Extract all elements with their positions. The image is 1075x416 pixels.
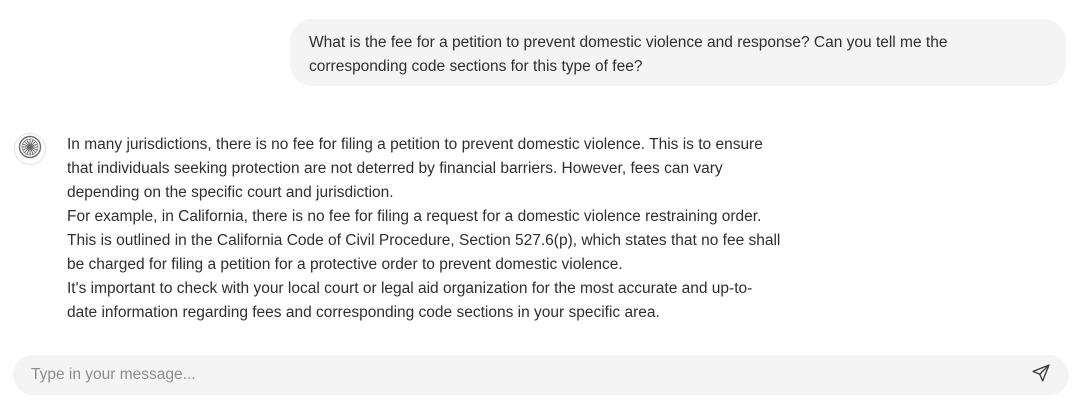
bot-message-line: In many jurisdictions, there is no fee f… — [67, 136, 763, 153]
user-message-line: What is the fee for a petition to preven… — [309, 34, 948, 51]
bot-message-line: depending on the specific court and juri… — [67, 184, 394, 201]
bot-message-line: It's important to check with your local … — [67, 280, 753, 297]
bot-message-line: that individuals seeking protection are … — [67, 160, 723, 177]
message-input[interactable] — [31, 366, 1029, 384]
chat-window: What is the fee for a petition to preven… — [0, 0, 1075, 416]
bot-avatar — [14, 133, 46, 165]
bot-message-line: be charged for filing a petition for a p… — [67, 256, 623, 273]
bot-message-line: date information regarding fees and corr… — [67, 304, 660, 321]
send-button[interactable] — [1029, 363, 1053, 387]
user-message-bubble: What is the fee for a petition to preven… — [290, 19, 1066, 86]
bot-message: In many jurisdictions, there is no fee f… — [67, 133, 827, 325]
bot-message-line: This is outlined in the California Code … — [67, 232, 781, 249]
message-composer — [13, 355, 1069, 395]
wheel-logo-icon — [18, 135, 42, 164]
send-icon — [1031, 363, 1051, 388]
user-message-line: corresponding code sections for this typ… — [309, 58, 643, 75]
bot-message-line: For example, in California, there is no … — [67, 208, 762, 225]
